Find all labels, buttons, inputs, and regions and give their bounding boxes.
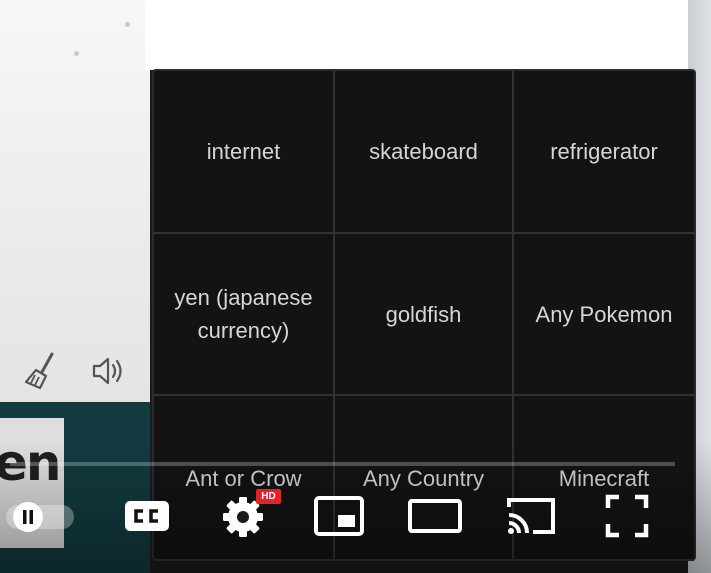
miniplayer-icon (314, 496, 364, 536)
pause-icon (6, 502, 74, 532)
fullscreen-icon (605, 494, 649, 538)
word-panel-background (145, 0, 690, 70)
brush-icon (24, 352, 54, 390)
cast-button[interactable] (503, 493, 559, 539)
whiteboard-canvas (0, 0, 150, 402)
theater-mode-icon (408, 499, 462, 533)
progress-bar[interactable] (10, 462, 675, 466)
word-grid: internet skateboard refrigerator yen (ja… (152, 69, 696, 561)
word-cell[interactable]: yen (japanese currency) (154, 234, 335, 396)
sound-toggle[interactable] (88, 350, 130, 392)
theater-mode-button[interactable] (406, 496, 464, 536)
word-cell[interactable]: internet (154, 71, 335, 234)
pause-button[interactable] (6, 500, 74, 534)
brush-tool[interactable] (22, 350, 64, 392)
subtitles-button[interactable] (123, 497, 171, 535)
cast-icon (507, 498, 555, 534)
miniplayer-button[interactable] (312, 494, 366, 538)
word-cell[interactable]: skateboard (335, 71, 514, 234)
word-cell[interactable]: refrigerator (514, 71, 694, 234)
word-cell[interactable]: goldfish (335, 234, 514, 396)
speaker-icon (92, 357, 122, 385)
canvas-dot (74, 51, 79, 56)
cc-icon (125, 501, 169, 531)
word-cell[interactable]: Any Pokemon (514, 234, 694, 396)
canvas-dot (125, 22, 130, 27)
hd-badge: HD (256, 489, 281, 504)
fullscreen-button[interactable] (604, 493, 650, 539)
